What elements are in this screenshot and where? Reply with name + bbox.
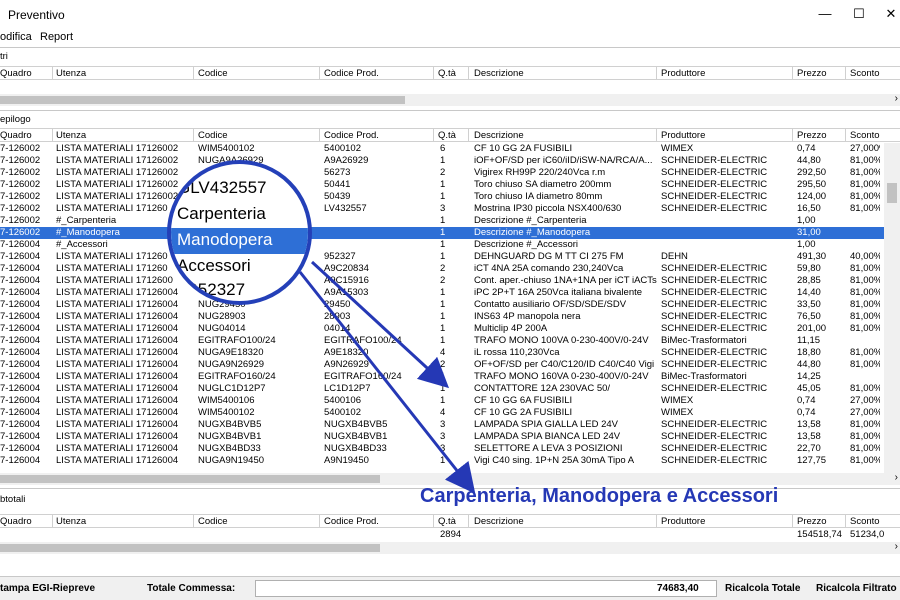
magnifier-line: Accessori <box>177 256 251 275</box>
magnifier-line: E952327 <box>177 280 246 299</box>
magnifier-line: Manodopera <box>177 230 273 249</box>
annotation-arrows <box>298 260 476 494</box>
annotation-caption: Carpenteria, Manodopera e Accessori <box>420 485 779 507</box>
magnifier-line: Carpenteria <box>177 204 266 223</box>
magnifier-line: GLV432557 <box>177 178 267 197</box>
magnifier-callout: GLV432557 Carpenteria Manodopera Accesso… <box>167 160 312 305</box>
